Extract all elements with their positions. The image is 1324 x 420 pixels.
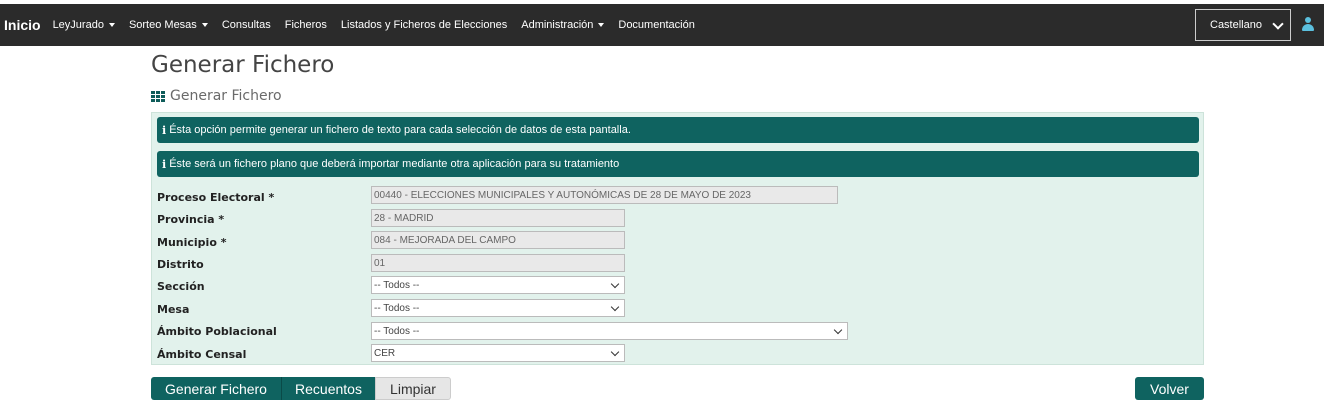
grid-icon <box>151 90 165 102</box>
seccion-select[interactable]: -- Todos -- <box>371 276 625 294</box>
nav-item-consultas[interactable]: Consultas <box>222 19 271 31</box>
provincia-field: 28 - MADRID <box>371 209 625 227</box>
page-title: Generar Fichero <box>151 52 335 78</box>
nav-item-administracion[interactable]: Administración <box>521 19 605 31</box>
nav-item-documentacion[interactable]: Documentación <box>618 19 694 31</box>
info-icon: i <box>162 123 167 137</box>
recuentos-button[interactable]: Recuentos <box>281 377 375 400</box>
info-alert: i Ésta opción permite generar un fichero… <box>157 117 1199 143</box>
form-panel: i Ésta opción permite generar un fichero… <box>151 112 1204 365</box>
ambito-poblacional-select[interactable]: -- Todos -- <box>371 322 848 340</box>
caret-down-icon <box>108 23 115 27</box>
mesa-select[interactable]: -- Todos -- <box>371 299 625 317</box>
nav-item-ficheros[interactable]: Ficheros <box>285 19 327 31</box>
generar-fichero-button[interactable]: Generar Fichero <box>151 377 281 400</box>
chevron-down-icon <box>610 347 620 357</box>
distrito-field: 01 <box>371 254 625 272</box>
section-title: Generar Fichero <box>151 88 282 104</box>
info-icon: i <box>162 157 167 171</box>
label-mesa: Mesa <box>157 303 190 316</box>
volver-button[interactable]: Volver <box>1135 377 1204 400</box>
label-provincia: Provincia * <box>157 213 225 226</box>
label-municipio: Municipio * <box>157 236 227 249</box>
top-navbar: Inicio LeyJurado Sorteo Mesas Consultas … <box>0 4 1324 46</box>
caret-down-icon <box>598 23 605 27</box>
main-nav: LeyJurado Sorteo Mesas Consultas Fichero… <box>53 19 709 31</box>
label-proceso-electoral: Proceso Electoral * <box>157 191 275 204</box>
label-seccion: Sección <box>157 280 205 293</box>
chevron-down-icon <box>610 279 620 289</box>
nav-item-leyjurado[interactable]: LeyJurado <box>53 19 115 31</box>
limpiar-button[interactable]: Limpiar <box>375 377 451 400</box>
municipio-field: 084 - MEJORADA DEL CAMPO <box>371 231 625 249</box>
info-alert: i Éste será un fichero plano que deberá … <box>157 151 1199 177</box>
nav-item-sorteo-mesas[interactable]: Sorteo Mesas <box>129 19 208 31</box>
chevron-down-icon <box>610 302 620 312</box>
brand-home-link[interactable]: Inicio <box>4 17 41 33</box>
label-distrito: Distrito <box>157 258 204 271</box>
label-ambito-censal: Ámbito Censal <box>157 348 247 361</box>
caret-down-icon <box>201 23 208 27</box>
label-ambito-poblacional: Ámbito Poblacional <box>157 325 277 338</box>
chevron-down-icon <box>1272 18 1284 30</box>
nav-item-listados[interactable]: Listados y Ficheros de Elecciones <box>341 19 507 31</box>
ambito-censal-select[interactable]: CER <box>371 344 625 362</box>
chevron-down-icon <box>833 325 843 335</box>
user-icon[interactable] <box>1302 17 1314 33</box>
language-select[interactable]: Castellano <box>1195 9 1291 41</box>
proceso-electoral-field: 00440 - ELECCIONES MUNICIPALES Y AUTONÓM… <box>371 186 838 204</box>
